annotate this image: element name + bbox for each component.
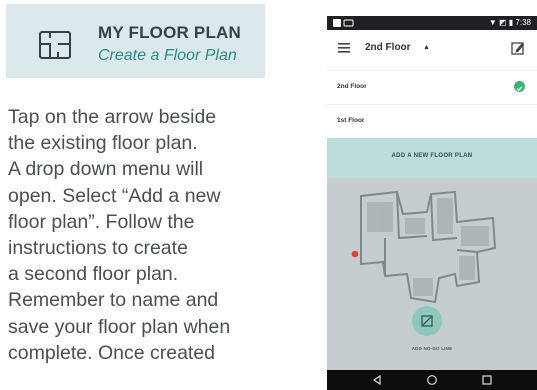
battery-icon: ▮ (508, 18, 514, 27)
app-bar: 2nd Floor ▲ (327, 30, 537, 70)
instructions-text: Tap on the arrow beside the existing flo… (8, 106, 231, 364)
back-icon[interactable] (371, 374, 383, 386)
floor-map[interactable]: ADD NO-GO LINE (327, 178, 537, 370)
floor-plan-icon (39, 31, 71, 59)
android-nav-bar (327, 370, 537, 390)
card-title: MY FLOOR PLAN (98, 23, 242, 42)
wifi-icon: ▼ (488, 18, 497, 27)
floor-label: 2nd Floor (337, 83, 367, 90)
home-icon[interactable] (426, 374, 438, 386)
edit-icon[interactable] (511, 41, 525, 55)
clock: 7:38 (515, 18, 531, 27)
notification-icons (333, 19, 354, 27)
floor-list-item-2nd[interactable]: 2nd Floor (327, 70, 537, 104)
phone-screen: ▼ ◩ ▮ 7:38 2nd Floor ▲ 2nd Floor 1st Flo… (327, 16, 537, 390)
floor-label: 1st Floor (337, 117, 365, 124)
floor-dropdown-arrow-icon[interactable]: ▲ (423, 44, 430, 51)
status-icons: ▼ ◩ ▮ 7:38 (489, 18, 531, 27)
card-subtitle: Create a Floor Plan (98, 47, 237, 64)
floor-map-drawing (351, 190, 497, 304)
add-floor-plan-label: ADD A NEW FLOOR PLAN (391, 153, 473, 159)
status-bar: ▼ ◩ ▮ 7:38 (327, 16, 537, 30)
my-floor-plan-card: MY FLOOR PLAN Create a Floor Plan (6, 4, 265, 78)
hamburger-menu-icon[interactable] (337, 42, 351, 54)
add-new-floor-plan-button[interactable]: ADD A NEW FLOOR PLAN (327, 138, 537, 178)
recents-icon[interactable] (481, 374, 493, 386)
no-go-line-icon (421, 315, 433, 327)
signal-icon: ◩ (498, 18, 507, 27)
current-floor-title[interactable]: 2nd Floor (365, 42, 411, 53)
floor-list-item-1st[interactable]: 1st Floor (327, 104, 537, 138)
selected-check-icon (514, 81, 525, 92)
no-go-line-label: ADD NO-GO LINE (411, 346, 453, 351)
no-go-line-button[interactable] (412, 306, 442, 336)
